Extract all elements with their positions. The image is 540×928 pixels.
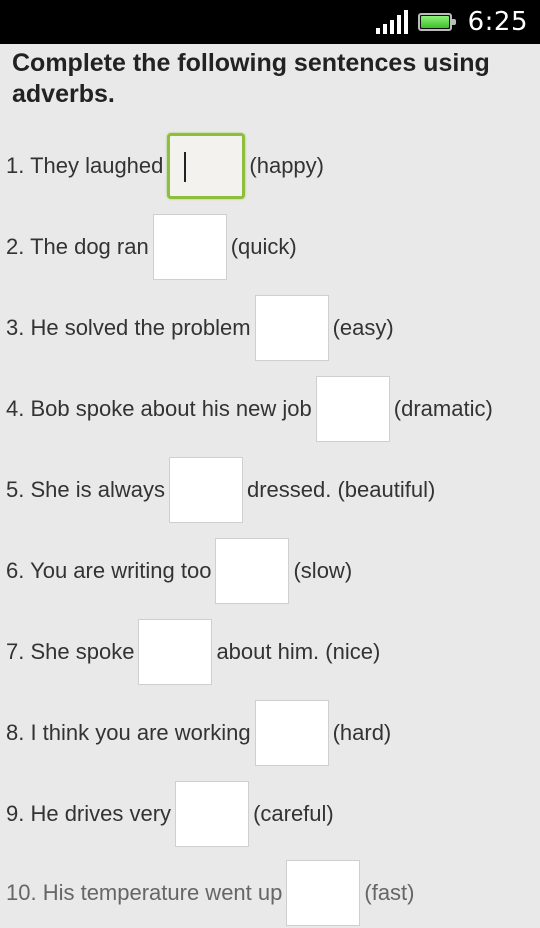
question-row: 5. She is always dressed. (beautiful) xyxy=(6,455,435,525)
question-hint: about him. (nice) xyxy=(216,639,381,664)
status-bar: 6:25 xyxy=(0,0,540,44)
status-clock: 6:25 xyxy=(467,7,528,37)
question-row: 6. You are writing too (slow) xyxy=(6,536,352,606)
answer-input[interactable] xyxy=(175,781,250,847)
answer-input[interactable] xyxy=(254,295,329,361)
question-hint: (quick) xyxy=(230,234,297,259)
question-text: 4. Bob spoke about his new job xyxy=(6,396,312,421)
battery-full-icon xyxy=(417,11,458,33)
answer-input[interactable] xyxy=(254,700,329,766)
question-row: 10. His temperature went up (fast) xyxy=(6,858,415,928)
question-row: 8. I think you are working (hard) xyxy=(6,698,391,768)
question-text: 3. He solved the problem xyxy=(6,315,251,340)
question-text: 6. You are writing too xyxy=(6,558,212,583)
question-hint: (careful) xyxy=(253,801,334,826)
answer-input[interactable] xyxy=(167,133,246,199)
answer-input[interactable] xyxy=(286,860,361,926)
question-hint: (dramatic) xyxy=(393,396,493,421)
question-text: 5. She is always xyxy=(6,477,165,502)
question-hint: (easy) xyxy=(332,315,394,340)
answer-input[interactable] xyxy=(138,619,213,685)
question-hint: dressed. (beautiful) xyxy=(246,477,436,502)
instructions-heading: Complete the following sentences using a… xyxy=(12,49,490,108)
question-row: 2. The dog ran (quick) xyxy=(6,212,297,282)
question-text: 8. I think you are working xyxy=(6,720,251,745)
question-hint: (fast) xyxy=(364,880,415,905)
question-hint: (slow) xyxy=(293,558,353,583)
question-hint: (happy) xyxy=(249,153,324,178)
question-text: 9. He drives very xyxy=(6,801,172,826)
question-hint: (hard) xyxy=(332,720,392,745)
question-text: 10. His temperature went up xyxy=(6,880,283,905)
question-text: 7. She spoke xyxy=(6,639,135,664)
question-text: 1. They laughed xyxy=(6,153,164,178)
answer-input[interactable] xyxy=(315,376,390,442)
signal-bars-icon xyxy=(375,10,408,34)
answer-input[interactable] xyxy=(168,457,243,523)
answer-input[interactable] xyxy=(215,538,290,604)
question-row: 1. They laughed (happy) xyxy=(6,131,324,201)
question-row: 4. Bob spoke about his new job (dramatic… xyxy=(6,374,493,444)
question-row: 7. She spoke about him. (nice) xyxy=(6,617,380,687)
answer-input[interactable] xyxy=(152,214,227,280)
question-row: 3. He solved the problem (easy) xyxy=(6,293,394,363)
question-row: 9. He drives very (careful) xyxy=(6,779,334,849)
question-text: 2. The dog ran xyxy=(6,234,149,259)
text-cursor xyxy=(184,152,187,182)
